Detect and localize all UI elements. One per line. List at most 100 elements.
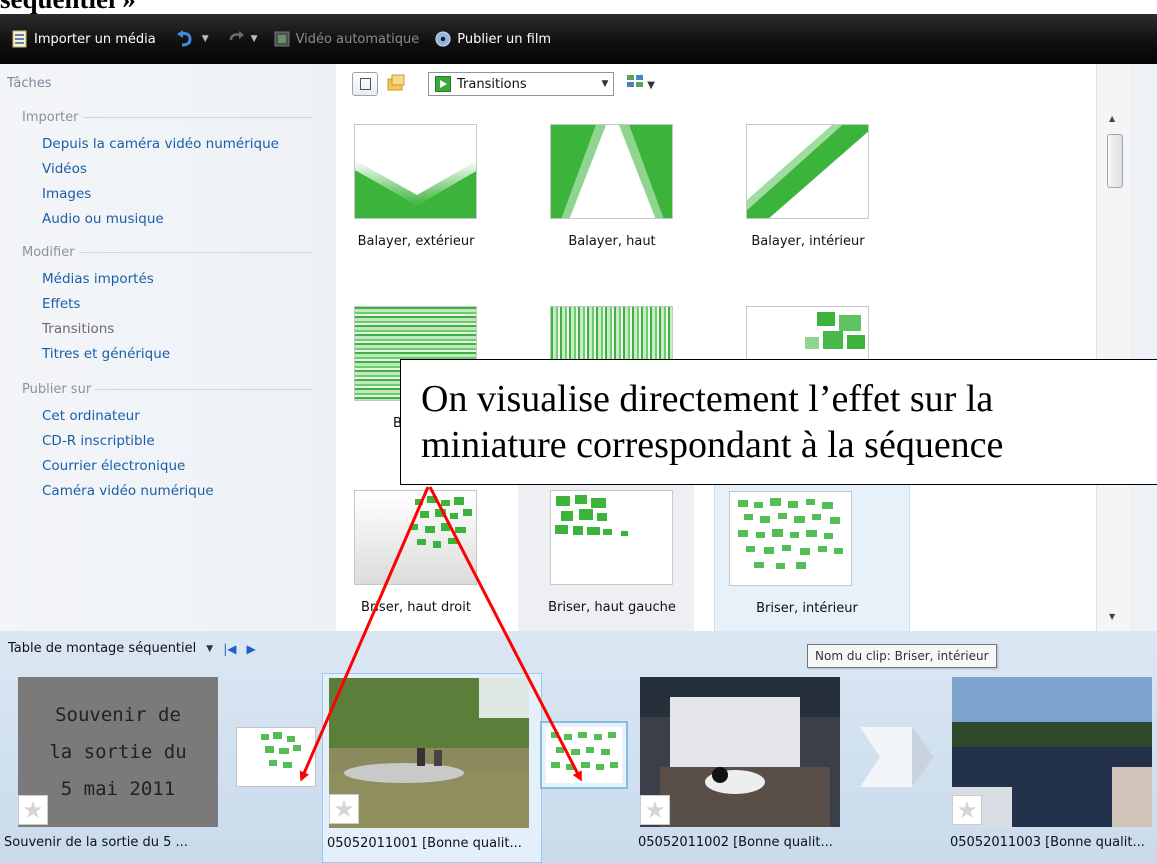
- task-link-titles[interactable]: Titres et générique: [42, 346, 170, 362]
- wipe-inward-preview: [747, 125, 868, 218]
- transitions-content: Transitions ▼ ▼ Balayer, extérieur Balay…: [336, 64, 1096, 632]
- star-icon[interactable]: ★: [640, 795, 670, 825]
- tasks-title: Tâches: [7, 76, 52, 91]
- title-card-frame: Souvenir de la sortie du 5 mai 2011: [18, 677, 218, 827]
- storyboard-clip[interactable]: Souvenir de la sortie du 5 mai 2011 ★ So…: [4, 673, 232, 863]
- undo-button[interactable]: ▼: [176, 30, 209, 48]
- main-toolbar: Importer un média ▼ ▼ Vidéo automatique …: [0, 14, 1157, 64]
- import-group-label: Importer: [22, 110, 79, 125]
- redo-button[interactable]: ▼: [227, 30, 258, 48]
- auto-movie-button[interactable]: Vidéo automatique: [274, 30, 419, 48]
- dog-on-boat-photo: [640, 677, 840, 827]
- callout-line: On visualise directement l’effet sur la: [421, 378, 994, 420]
- transition-caption: Briser, haut gauche: [548, 600, 676, 615]
- task-link-dv-camera[interactable]: Caméra vidéo numérique: [42, 483, 214, 499]
- clip-frame-dog-boat: [640, 677, 840, 827]
- task-link-imported-media[interactable]: Médias importés: [42, 271, 154, 287]
- title-card-line: Souvenir de: [55, 703, 181, 726]
- transition-thumbnail: [729, 491, 852, 586]
- scroll-thumb[interactable]: [1107, 134, 1123, 188]
- wipe-up-preview: [551, 125, 672, 218]
- shatter-top-left-preview: [555, 495, 628, 536]
- storyboard-dropdown-icon[interactable]: ▼: [206, 644, 213, 654]
- clip-name-tooltip: Nom du clip: Briser, intérieur: [807, 644, 997, 668]
- transition-tile[interactable]: Balayer, extérieur: [336, 114, 526, 274]
- publish-group-label: Publier sur: [22, 382, 92, 397]
- storyboard-clip[interactable]: ★ 05052011003 [Bonne qualit...: [946, 673, 1157, 863]
- task-link-effects[interactable]: Effets: [42, 296, 80, 312]
- transition-tile[interactable]: Briser, haut droit: [336, 480, 526, 640]
- folder-icon[interactable]: [386, 74, 406, 92]
- shatter-inward-slot-preview: [546, 727, 622, 783]
- transition-thumbnail: [550, 124, 673, 219]
- details-view-icon: [360, 78, 371, 90]
- task-link-audio[interactable]: Audio ou musique: [42, 211, 164, 227]
- divider: [95, 389, 312, 390]
- details-view-button[interactable]: [352, 72, 378, 96]
- redo-dropdown-icon[interactable]: ▼: [251, 34, 258, 44]
- right-edge-panel: [1130, 64, 1157, 631]
- transition-tile-selected[interactable]: Briser, intérieur: [714, 480, 910, 632]
- storyboard-label[interactable]: Table de montage séquentiel: [8, 641, 196, 656]
- import-group-heading: Importer: [22, 110, 312, 125]
- star-icon[interactable]: ★: [952, 795, 982, 825]
- scroll-up-icon[interactable]: ▲: [1109, 114, 1115, 123]
- clip-label: 05052011001 [Bonne qualit...: [327, 836, 522, 851]
- transition-thumbnail: [550, 490, 673, 585]
- clip-label: Souvenir de la sortie du 5 ...: [4, 835, 188, 850]
- edit-group-heading: Modifier: [22, 245, 312, 260]
- publish-movie-label: Publier un film: [457, 31, 552, 47]
- thumbnails-view-icon: [627, 75, 643, 87]
- title-card-line: la sortie du: [49, 740, 187, 763]
- collection-dropdown[interactable]: Transitions ▼: [428, 72, 614, 96]
- transition-slot-selected[interactable]: [540, 721, 628, 789]
- annotation-callout: On visualise directement l’effet sur la …: [400, 359, 1157, 485]
- transition-caption: Balayer, intérieur: [751, 234, 865, 249]
- task-link-images[interactable]: Images: [42, 186, 91, 202]
- transition-slot[interactable]: [236, 727, 316, 787]
- redo-icon: [229, 31, 244, 41]
- task-link-transitions[interactable]: Transitions: [42, 321, 114, 337]
- river-boat-photo: [329, 678, 529, 828]
- task-link-cdr[interactable]: CD-R inscriptible: [42, 433, 155, 449]
- divider: [82, 117, 312, 118]
- view-options-chevron-icon: ▼: [647, 80, 655, 91]
- empty-transition-slot-icon[interactable]: [860, 727, 934, 787]
- transition-thumbnail: [354, 124, 477, 219]
- task-link-email[interactable]: Courrier électronique: [42, 458, 185, 474]
- chevron-down-icon: ▼: [601, 79, 609, 89]
- rewind-icon[interactable]: |◀: [223, 642, 236, 656]
- transition-tile-hovered[interactable]: Briser, haut gauche: [518, 480, 694, 632]
- import-media-icon: [12, 30, 27, 48]
- task-link-this-computer[interactable]: Cet ordinateur: [42, 408, 140, 424]
- document-heading: séquentiel »: [0, 0, 136, 14]
- publish-movie-button[interactable]: Publier un film: [435, 30, 551, 48]
- publish-group-heading: Publier sur: [22, 382, 312, 397]
- storyboard-clip[interactable]: ★ 05052011002 [Bonne qualit...: [634, 673, 854, 863]
- title-card-line: 5 mai 2011: [60, 777, 176, 800]
- transition-collection-icon: [435, 76, 451, 92]
- task-link-camera[interactable]: Depuis la caméra vidéo numérique: [42, 136, 279, 152]
- clip-frame-river-view: [952, 677, 1152, 827]
- content-scrollbar[interactable]: ▲ ▼: [1096, 64, 1130, 631]
- publish-disc-icon: [435, 31, 451, 47]
- storyboard-clip-selected[interactable]: ★ 05052011001 [Bonne qualit...: [322, 673, 542, 863]
- star-icon[interactable]: ★: [329, 794, 359, 824]
- task-link-videos[interactable]: Vidéos: [42, 161, 87, 177]
- transition-tile[interactable]: Balayer, haut: [532, 114, 722, 274]
- play-icon[interactable]: ▶: [246, 642, 255, 656]
- scroll-down-icon[interactable]: ▼: [1109, 612, 1115, 621]
- import-media-button[interactable]: Importer un média: [12, 30, 156, 48]
- content-toolbar: Transitions ▼ ▼: [336, 64, 1096, 104]
- shatter-slot-preview: [261, 732, 301, 768]
- transition-tile[interactable]: Balayer, intérieur: [728, 114, 918, 274]
- transition-caption: Briser, haut droit: [361, 600, 471, 615]
- river-view-photo: [952, 677, 1152, 827]
- star-icon[interactable]: ★: [18, 795, 48, 825]
- undo-dropdown-icon[interactable]: ▼: [202, 34, 209, 44]
- tasks-panel: Tâches Importer Depuis la caméra vidéo n…: [0, 64, 336, 631]
- film-icon: [274, 31, 290, 47]
- edit-group-label: Modifier: [22, 245, 75, 260]
- clip-label: 05052011003 [Bonne qualit...: [950, 835, 1145, 850]
- view-options-button[interactable]: ▼: [626, 74, 655, 91]
